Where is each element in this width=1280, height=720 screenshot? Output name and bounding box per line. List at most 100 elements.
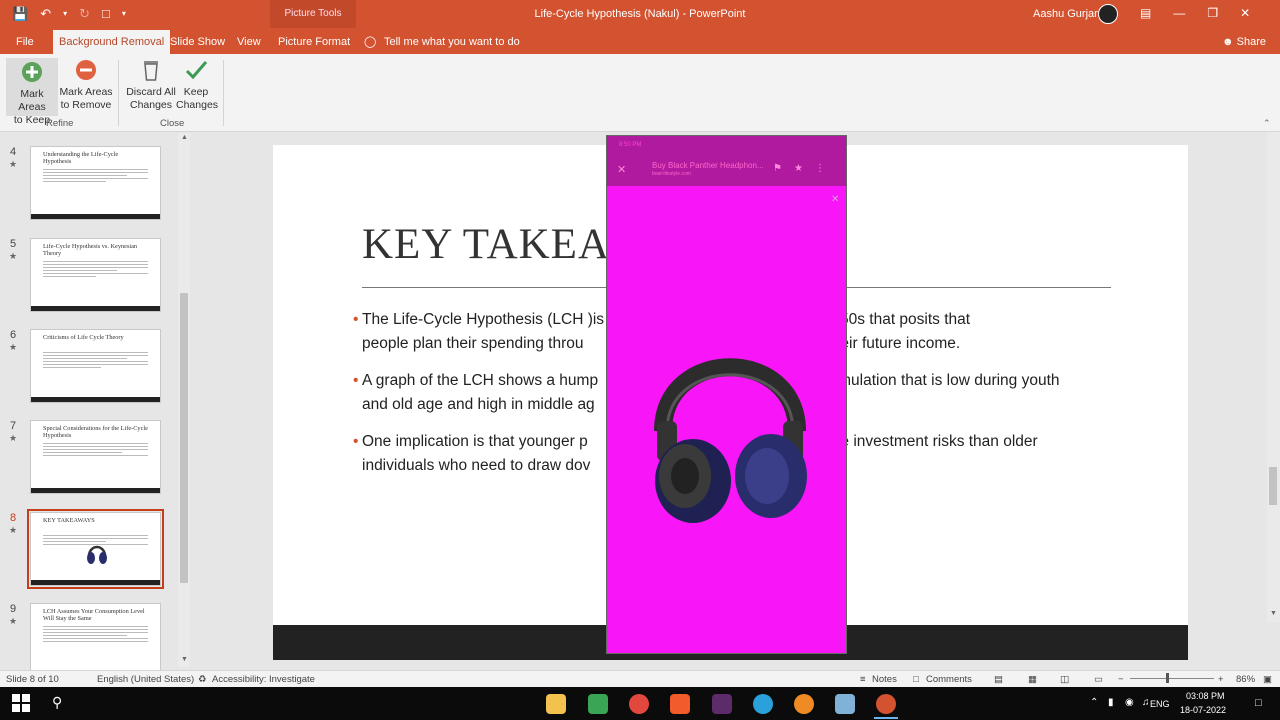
slide-thumbnail-6[interactable]: 6 ★ Criticisms of Life Cycle Theory bbox=[0, 329, 176, 413]
browser-domain: boat-lifestyle.com bbox=[652, 171, 691, 177]
notification-icon[interactable]: □ bbox=[1255, 697, 1262, 709]
tab-view[interactable]: View bbox=[237, 30, 261, 54]
tab-picture-format[interactable]: Picture Format bbox=[278, 30, 350, 54]
mark-areas-to-keep-button[interactable]: Mark Areas to Keep bbox=[6, 58, 58, 126]
group-label-refine: Refine bbox=[46, 118, 74, 129]
comments-button[interactable]: Comments bbox=[926, 674, 972, 685]
language-indicator[interactable]: English (United States) bbox=[97, 674, 194, 685]
group-separator bbox=[223, 60, 224, 126]
scroll-down-icon[interactable]: ▼ bbox=[1270, 610, 1277, 617]
scroll-up-icon[interactable]: ▲ bbox=[181, 134, 188, 141]
premiere-icon[interactable] bbox=[712, 694, 732, 714]
zoom-slider-thumb[interactable] bbox=[1166, 673, 1169, 683]
status-bar: Slide 8 of 10 English (United States) ♻ … bbox=[0, 670, 1280, 687]
zoom-out-icon[interactable]: − bbox=[1118, 674, 1124, 685]
mark-keep-label-1: Mark Areas bbox=[18, 88, 46, 113]
brave-icon[interactable] bbox=[670, 694, 690, 714]
reading-view-icon[interactable]: ◫ bbox=[1060, 674, 1069, 685]
volume-icon[interactable]: ♫ bbox=[1142, 697, 1150, 708]
accessibility-icon[interactable]: ♻ bbox=[198, 674, 207, 685]
network-icon[interactable]: ◉ bbox=[1125, 697, 1134, 708]
show-hidden-icons-icon[interactable]: ⌃ bbox=[1090, 697, 1098, 708]
discard-label-2: Changes bbox=[129, 99, 173, 111]
normal-view-icon[interactable]: ▤ bbox=[994, 674, 1003, 685]
mark-areas-to-remove-button[interactable]: Mark Areas to Remove bbox=[58, 58, 114, 112]
mark-remove-label-1: Mark Areas bbox=[59, 86, 113, 98]
share-icon: ★ bbox=[793, 163, 815, 174]
zoom-level[interactable]: 86% bbox=[1236, 674, 1255, 685]
windows-start-icon[interactable] bbox=[12, 694, 30, 712]
thumbnail-image: Life-Cycle Hypothesis vs. Keynesian Theo… bbox=[30, 238, 161, 312]
fit-to-window-icon[interactable]: ▣ bbox=[1263, 674, 1272, 685]
ribbon-tabs: File Background Removal Slide Show View … bbox=[0, 30, 1280, 54]
zoom-in-icon[interactable]: + bbox=[1218, 674, 1224, 685]
editor-scroll-thumb[interactable] bbox=[1269, 467, 1277, 505]
comments-icon[interactable]: □ bbox=[913, 674, 919, 685]
share-button[interactable]: ☻ Share bbox=[1222, 30, 1266, 54]
editor-scrollbar[interactable]: ▼ bbox=[1267, 132, 1280, 622]
slide-show-icon[interactable]: ▭ bbox=[1094, 674, 1103, 685]
thumbnail-image: Understanding the Life-Cycle Hypothesis bbox=[30, 146, 161, 220]
bullet-text: their future income. bbox=[827, 335, 961, 352]
plus-icon bbox=[20, 60, 44, 84]
slide-number: 9 bbox=[10, 603, 17, 615]
restore-icon[interactable]: ❐ bbox=[1207, 6, 1218, 20]
close-icon[interactable]: ✕ bbox=[1240, 6, 1250, 20]
zoom-slider[interactable] bbox=[1130, 678, 1214, 679]
file-explorer-icon[interactable] bbox=[546, 694, 566, 714]
thumbnail-title: Criticisms of Life Cycle Theory bbox=[43, 334, 124, 341]
group-separator bbox=[118, 60, 119, 126]
notepad-icon[interactable] bbox=[835, 694, 855, 714]
search-icon[interactable]: ⚲ bbox=[52, 694, 62, 711]
ribbon: Mark Areas to Keep Mark Areas to Remove … bbox=[0, 54, 1280, 132]
telegram-icon[interactable] bbox=[753, 694, 773, 714]
slide-thumbnail-5[interactable]: 5 ★ Life-Cycle Hypothesis vs. Keynesian … bbox=[0, 238, 176, 322]
taskbar-date[interactable]: 18-07-2022 bbox=[1180, 705, 1226, 715]
avatar[interactable] bbox=[1098, 4, 1118, 24]
notes-button[interactable]: Notes bbox=[872, 674, 897, 685]
scroll-down-icon[interactable]: ▼ bbox=[181, 656, 188, 663]
animation-star-icon: ★ bbox=[9, 159, 18, 169]
recycle-bin-icon bbox=[139, 58, 163, 82]
notes-icon[interactable]: ≡ bbox=[860, 674, 866, 685]
tab-slide-show[interactable]: Slide Show bbox=[170, 30, 225, 54]
accessibility-status[interactable]: Accessibility: Investigate bbox=[212, 674, 315, 685]
tab-background-removal[interactable]: Background Removal bbox=[53, 30, 171, 54]
powerpoint-taskbar-icon[interactable] bbox=[876, 694, 896, 714]
share-label: Share bbox=[1236, 36, 1266, 48]
discard-all-changes-button[interactable]: Discard All Changes bbox=[124, 58, 178, 112]
windows-taskbar: ⚲ ⌃ ▮ ◉ ♫ ENG 03:08 PM 18-07-2022 □ bbox=[0, 687, 1280, 720]
checkmark-icon bbox=[184, 58, 208, 82]
window-controls: ▤ — ❐ ✕ bbox=[1140, 6, 1250, 20]
slide-number: 5 bbox=[10, 238, 17, 250]
slide-number: 6 bbox=[10, 329, 17, 341]
thumbnail-scrollbar[interactable]: ▲ ▼ bbox=[178, 133, 190, 667]
slide-thumbnail-8[interactable]: 8 ★ KEY TAKEAWAYS bbox=[0, 509, 176, 596]
minimize-icon[interactable]: — bbox=[1173, 6, 1185, 20]
browser-page-title: Buy Black Panther Headphon... bbox=[652, 161, 764, 170]
ribbon-display-options-icon[interactable]: ▤ bbox=[1140, 6, 1151, 20]
keep-changes-button[interactable]: Keep Changes bbox=[176, 58, 218, 112]
phone-browser-bar: 8:50 PM ✕ Buy Black Panther Headphon... … bbox=[607, 136, 846, 186]
bullet-text: mulation that is low during youth bbox=[838, 372, 1060, 389]
collapse-ribbon-icon[interactable]: ⌃ bbox=[1263, 118, 1271, 129]
tell-me-search[interactable]: Tell me what you want to do bbox=[384, 30, 520, 54]
language-tray[interactable]: ENG bbox=[1150, 699, 1170, 709]
animation-star-icon: ★ bbox=[9, 251, 18, 261]
tab-file[interactable]: File bbox=[16, 30, 34, 54]
phone-status-time: 8:50 PM bbox=[619, 142, 642, 148]
battery-icon[interactable]: ▮ bbox=[1108, 697, 1114, 708]
slide-counter: Slide 8 of 10 bbox=[6, 674, 59, 685]
voice-recorder-icon[interactable] bbox=[794, 694, 814, 714]
headphone-picture[interactable]: 8:50 PM ✕ Buy Black Panther Headphon... … bbox=[606, 135, 847, 654]
slide-thumbnail-4[interactable]: 4 ★ Understanding the Life-Cycle Hypothe… bbox=[0, 146, 176, 230]
scroll-thumb[interactable] bbox=[180, 293, 188, 583]
camtasia-icon[interactable] bbox=[588, 694, 608, 714]
taskbar-time[interactable]: 03:08 PM bbox=[1186, 691, 1225, 701]
slide-title[interactable]: KEY TAKEA bbox=[362, 220, 610, 269]
slide-thumbnail-7[interactable]: 7 ★ Special Considerations for the Life-… bbox=[0, 420, 176, 504]
user-name[interactable]: Aashu Gurjar bbox=[1033, 8, 1098, 20]
slide-sorter-icon[interactable]: ▦ bbox=[1028, 674, 1037, 685]
chrome-icon[interactable] bbox=[629, 694, 649, 714]
slide-number: 4 bbox=[10, 146, 17, 158]
